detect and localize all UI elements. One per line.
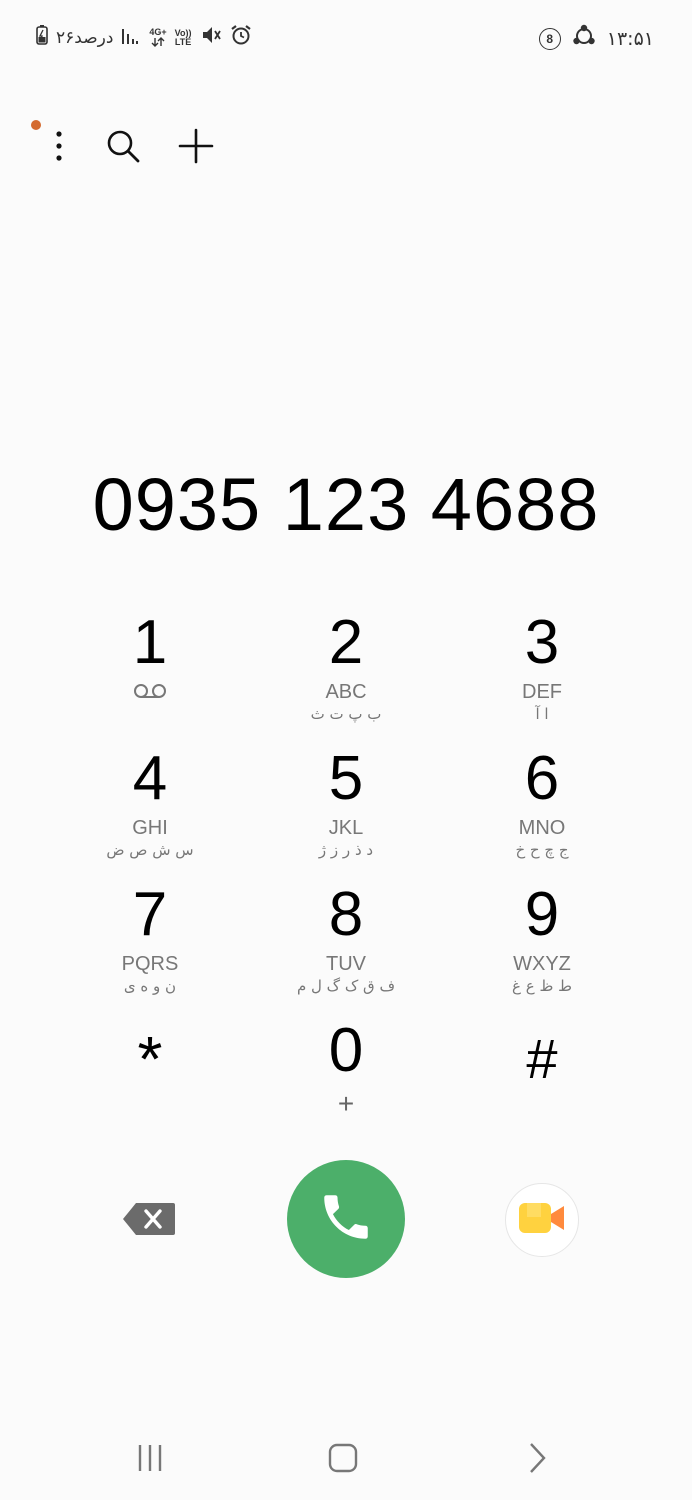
network-label: 4G+ — [149, 27, 167, 37]
battery-percent: ۲۶درصد — [56, 27, 114, 48]
more-options-button[interactable] — [31, 120, 87, 176]
key-digit: 3 — [524, 608, 560, 677]
backspace-icon — [122, 1203, 176, 1240]
key-letters: WXYZ — [513, 953, 571, 975]
key-3[interactable]: 3 DEF ا آ — [444, 605, 640, 741]
dial-actions — [0, 1160, 692, 1280]
key-8[interactable]: 8 TUV ف ق ک گ ل م — [248, 877, 444, 1013]
clock: ۱۳:۵۱ — [606, 28, 654, 50]
key-letters: PQRS — [121, 953, 179, 975]
key-persian-letters: ن و ه ی — [123, 977, 177, 995]
key-digit: 9 — [524, 880, 560, 949]
key-plus: + — [337, 1088, 355, 1119]
add-contact-button[interactable] — [168, 120, 224, 176]
key-7[interactable]: 7 PQRS ن و ه ی — [52, 877, 248, 1013]
key-digit: 1 — [132, 608, 168, 677]
back-button[interactable] — [507, 1440, 567, 1480]
system-navbar — [0, 1420, 692, 1500]
backspace-button[interactable] — [122, 1202, 176, 1241]
status-right: 8 ۱۳:۵۱ — [538, 24, 654, 54]
call-button[interactable] — [287, 1160, 405, 1278]
key-persian-letters: د ذ ر ز ژ — [318, 841, 374, 859]
key-digit: # — [526, 1027, 558, 1090]
key-persian-letters: ف ق ک گ ل م — [296, 977, 396, 995]
key-4[interactable]: 4 GHI س ش ص ض — [52, 741, 248, 877]
key-star[interactable]: * — [52, 1013, 248, 1149]
key-digit: 0 — [328, 1016, 364, 1085]
voicemail-icon — [133, 683, 167, 704]
status-left: ۲۶درصد 4G+ Vo)) LTE — [36, 24, 252, 51]
phone-icon — [317, 1188, 375, 1251]
sync-icon — [571, 24, 597, 54]
key-letters: ABC — [325, 681, 367, 703]
volte-icon: Vo)) LTE — [174, 28, 192, 47]
volte-label-bottom: LTE — [174, 36, 192, 47]
keypad: 1 2 ABC ب پ ت ث 3 DEF ا آ 4 GHI س ش ص ض … — [52, 605, 640, 1149]
key-9[interactable]: 9 WXYZ ط ظ ع غ — [444, 877, 640, 1013]
key-1[interactable]: 1 — [52, 605, 248, 741]
more-options-icon — [54, 130, 64, 167]
recents-icon — [135, 1443, 165, 1478]
key-digit: 2 — [328, 608, 364, 677]
key-persian-letters: س ش ص ض — [106, 841, 194, 859]
key-digit: 6 — [524, 744, 560, 813]
key-digit: 5 — [328, 744, 364, 813]
dialed-number[interactable]: 0935 123 4688 — [0, 462, 692, 547]
key-5[interactable]: 5 JKL د ذ ر ز ژ — [248, 741, 444, 877]
search-button[interactable] — [95, 120, 151, 176]
status-bar: ۲۶درصد 4G+ Vo)) LTE 8 ۱۳:۵۱ — [0, 0, 692, 76]
key-persian-letters: ج چ ح خ — [515, 841, 569, 859]
key-letters: MNO — [518, 817, 566, 839]
key-hash[interactable]: # — [444, 1013, 640, 1149]
back-icon — [527, 1442, 547, 1479]
key-digit: 4 — [132, 744, 168, 813]
home-icon — [328, 1443, 358, 1478]
key-2[interactable]: 2 ABC ب پ ت ث — [248, 605, 444, 741]
notification-count: 8 — [546, 32, 554, 46]
key-digit: 8 — [328, 880, 364, 949]
video-call-icon — [517, 1198, 567, 1243]
key-persian-letters: ا آ — [535, 705, 549, 723]
key-digit: 7 — [132, 880, 168, 949]
key-persian-letters: ط ظ ع غ — [512, 977, 572, 995]
home-button[interactable] — [313, 1440, 373, 1480]
alarm-icon — [230, 24, 252, 51]
signal-icon — [121, 26, 141, 49]
key-letters: JKL — [328, 817, 364, 839]
video-call-button[interactable] — [505, 1183, 579, 1257]
key-digit: * — [137, 1023, 163, 1095]
notification-count-icon: 8 — [538, 28, 561, 50]
key-letters: DEF — [522, 681, 562, 703]
key-letters: GHI — [132, 817, 168, 839]
recents-button[interactable] — [120, 1440, 180, 1480]
key-letters: TUV — [326, 953, 366, 975]
mute-icon — [200, 24, 222, 51]
key-persian-letters: ب پ ت ث — [310, 705, 382, 723]
battery-icon — [36, 25, 48, 50]
key-0[interactable]: 0 + — [248, 1013, 444, 1149]
search-icon — [105, 128, 141, 169]
key-6[interactable]: 6 MNO ج چ ح خ — [444, 741, 640, 877]
network-4g-icon: 4G+ — [149, 27, 167, 47]
add-icon — [178, 128, 214, 169]
